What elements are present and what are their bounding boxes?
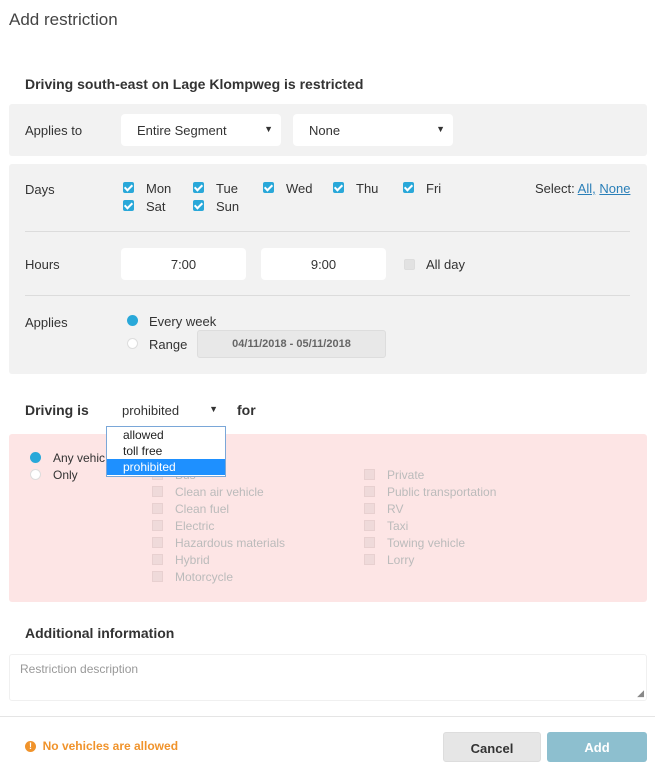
divider [25, 295, 630, 296]
select-label: Select: [535, 181, 575, 196]
driving-dropdown-list: allowed toll free prohibited [106, 426, 226, 477]
day-label-mon: Mon [146, 181, 172, 196]
cancel-button[interactable]: Cancel [443, 732, 541, 762]
day-label-thu: Thu [356, 181, 379, 196]
vehicle-label: RV [387, 502, 404, 516]
chevron-down-icon: ▼ [264, 124, 273, 134]
date-range-input[interactable]: 04/11/2018 - 05/11/2018 [197, 330, 386, 358]
day-label-tue: Tue [216, 181, 238, 196]
divider [25, 231, 630, 232]
day-checkbox-sat[interactable] [123, 200, 134, 211]
warning-icon: ! [25, 741, 36, 752]
vehicle-checkbox[interactable] [364, 537, 375, 548]
lane-select[interactable]: None ▼ [293, 114, 453, 146]
only-label: Only [53, 468, 78, 482]
driving-select[interactable]: prohibited ▼ [106, 394, 226, 426]
range-radio[interactable] [127, 338, 138, 349]
warning-text: No vehicles are allowed [42, 739, 179, 753]
applies-label: Applies [25, 315, 68, 330]
additional-heading: Additional information [25, 625, 175, 641]
schedule-panel: Days Mon Tue Wed Thu Fri Sat Sun Select:… [9, 164, 647, 374]
hours-from-input[interactable]: 7:00 [121, 248, 246, 280]
dialog-title: Add restriction [9, 10, 118, 29]
restriction-description-input[interactable]: Restriction description ◢ [9, 654, 647, 701]
dropdown-option-prohibited[interactable]: prohibited [107, 459, 225, 475]
vehicle-label: Lorry [387, 553, 415, 567]
dropdown-option-allowed[interactable]: allowed [107, 427, 225, 443]
vehicle-label: Hybrid [175, 553, 210, 567]
all-day-checkbox[interactable] [404, 259, 415, 270]
resize-handle-icon[interactable]: ◢ [637, 688, 644, 699]
range-label: Range [149, 337, 188, 352]
vehicle-checkbox[interactable] [152, 554, 163, 565]
day-label-sat: Sat [146, 199, 166, 214]
hours-label: Hours [25, 257, 60, 272]
vehicle-label: Private [387, 468, 425, 482]
select-days: Select: All, None [535, 181, 630, 196]
days-label: Days [25, 182, 55, 197]
footer-divider [0, 716, 655, 717]
chevron-down-icon: ▼ [436, 124, 445, 134]
day-checkbox-fri[interactable] [403, 182, 414, 193]
driving-is-label: Driving is [25, 402, 89, 418]
vehicle-label: Public transportation [387, 485, 497, 499]
lane-select-value: None [309, 123, 341, 138]
vehicle-checkbox[interactable] [364, 554, 375, 565]
vehicle-label: Electric [175, 519, 215, 533]
segment-heading: Driving south-east on Lage Klompweg is r… [25, 76, 364, 92]
driving-select-value: prohibited [122, 403, 180, 418]
for-label: for [237, 402, 256, 418]
applies-to-panel: Applies to Entire Segment ▼ None ▼ [9, 104, 647, 156]
vehicle-checkbox[interactable] [364, 469, 375, 480]
day-label-fri: Fri [426, 181, 442, 196]
restriction-description-placeholder: Restriction description [20, 662, 139, 676]
all-day-label: All day [426, 257, 466, 272]
warning-message: ! No vehicles are allowed [25, 738, 178, 753]
hours-to-input[interactable]: 9:00 [261, 248, 386, 280]
vehicle-label: Taxi [387, 519, 409, 533]
select-none-link[interactable]: None [599, 181, 630, 196]
vehicle-label: Towing vehicle [387, 536, 466, 550]
vehicle-panel: Any vehic Only Bus Clean air vehicle Cle… [9, 434, 647, 602]
vehicle-label: Clean fuel [175, 502, 230, 516]
day-label-sun: Sun [216, 199, 240, 214]
day-checkbox-mon[interactable] [123, 182, 134, 193]
only-radio[interactable] [30, 469, 41, 480]
vehicle-checkbox[interactable] [152, 503, 163, 514]
any-vehicle-label: Any vehic [53, 451, 106, 465]
applies-to-label: Applies to [25, 123, 83, 138]
day-checkbox-sun[interactable] [193, 200, 204, 211]
vehicle-checkbox[interactable] [152, 571, 163, 582]
vehicle-label: Hazardous materials [175, 536, 286, 550]
any-vehicle-radio[interactable] [30, 452, 41, 463]
day-checkbox-thu[interactable] [333, 182, 344, 193]
segment-select-value: Entire Segment [137, 123, 227, 138]
vehicle-checkbox[interactable] [364, 486, 375, 497]
day-checkbox-wed[interactable] [263, 182, 274, 193]
chevron-down-icon: ▼ [209, 404, 218, 414]
vehicle-checkbox[interactable] [364, 520, 375, 531]
segment-select[interactable]: Entire Segment ▼ [121, 114, 281, 146]
select-all-link[interactable]: All, [578, 181, 596, 196]
vehicle-checkbox[interactable] [152, 486, 163, 497]
dropdown-option-toll-free[interactable]: toll free [107, 443, 225, 459]
vehicle-checkbox[interactable] [152, 537, 163, 548]
vehicle-checkbox[interactable] [364, 503, 375, 514]
day-label-wed: Wed [286, 181, 313, 196]
every-week-radio[interactable] [127, 315, 138, 326]
vehicle-label: Clean air vehicle [175, 485, 264, 499]
day-checkbox-tue[interactable] [193, 182, 204, 193]
vehicle-checkbox[interactable] [152, 520, 163, 531]
every-week-label: Every week [149, 314, 217, 329]
add-button[interactable]: Add [547, 732, 647, 762]
vehicle-label: Motorcycle [175, 570, 234, 584]
